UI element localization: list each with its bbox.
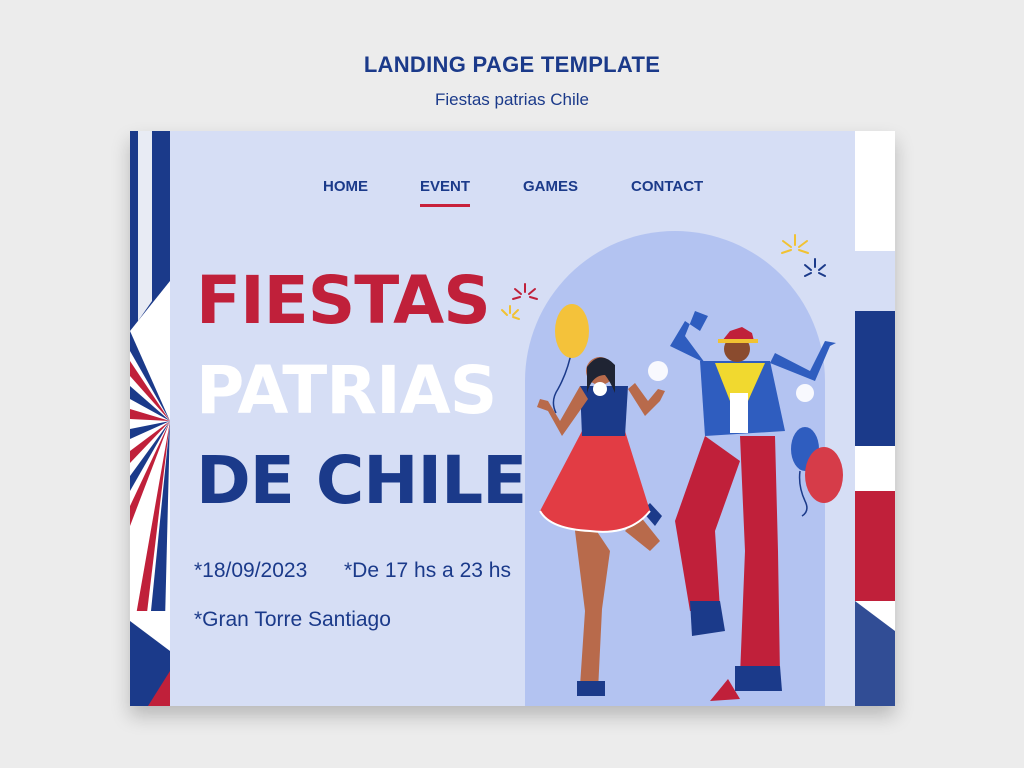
event-time: *De 17 hs a 23 hs: [344, 559, 511, 582]
page-header-subtitle: Fiestas patrias Chile: [434, 90, 589, 109]
page-header-title: LANDING PAGE TEMPLATE: [363, 52, 661, 77]
nav-home[interactable]: HOME: [323, 178, 368, 195]
hero-title-line-3: DE CHILE: [196, 442, 527, 519]
landing-page-card: HOME EVENT GAMES CONTACT FIESTAS PATRIAS…: [130, 131, 895, 706]
nav-event[interactable]: EVENT: [420, 178, 471, 207]
event-date: *18/09/2023: [194, 559, 308, 582]
nav-contact[interactable]: CONTACT: [631, 178, 703, 195]
hero-title-line-1: FIESTAS: [196, 262, 491, 339]
main-nav: HOME EVENT GAMES CONTACT: [130, 178, 895, 218]
event-location: *Gran Torre Santiago: [194, 608, 391, 631]
hero-title-line-2: PATRIAS: [196, 352, 497, 429]
nav-games[interactable]: GAMES: [523, 178, 578, 195]
